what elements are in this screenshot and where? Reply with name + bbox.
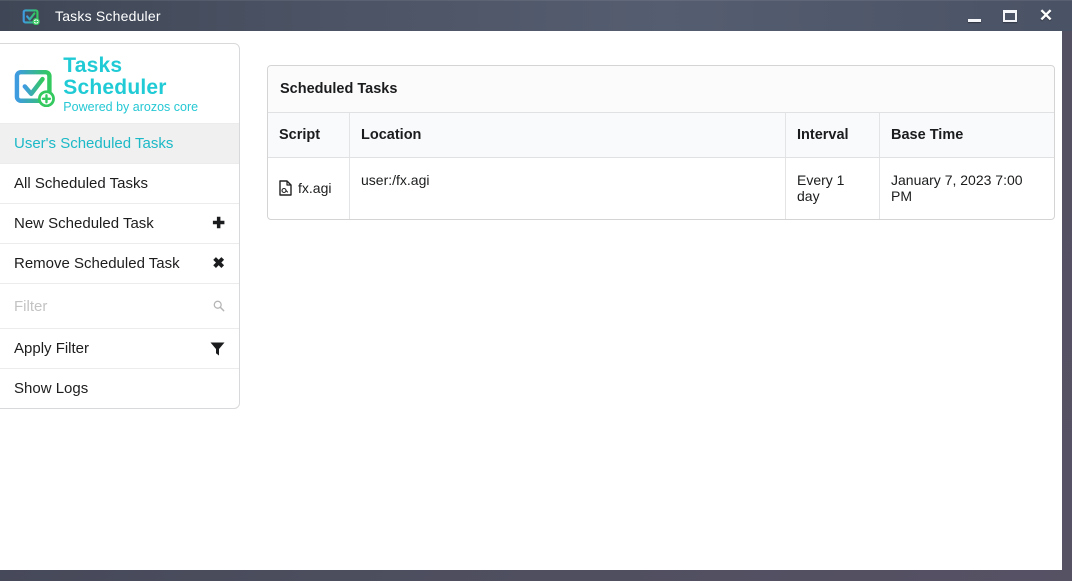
- sidebar-item-label: Apply Filter: [14, 340, 89, 357]
- app-calendar-icon: [22, 7, 40, 25]
- maximize-button[interactable]: [992, 0, 1028, 31]
- titlebar: Tasks Scheduler ✕: [0, 0, 1072, 31]
- logo-subtitle: Powered by arozos core: [63, 101, 229, 114]
- sidebar-panel: Tasks Scheduler Powered by arozos core U…: [0, 43, 240, 409]
- sidebar-item-users-scheduled-tasks[interactable]: User's Scheduled Tasks: [0, 123, 239, 163]
- close-icon: ✕: [1039, 7, 1053, 24]
- logo-text: Tasks Scheduler Powered by arozos core: [63, 55, 229, 114]
- plus-icon: ✚: [212, 216, 225, 231]
- content-area: Tasks Scheduler Powered by arozos core U…: [0, 31, 1062, 570]
- maximize-icon: [1003, 10, 1017, 22]
- table-header-base-time: Base Time: [879, 113, 1054, 157]
- sidebar-item-label: Show Logs: [14, 380, 88, 397]
- window-title: Tasks Scheduler: [55, 8, 161, 24]
- table-header-location: Location: [349, 113, 785, 157]
- sidebar-item-new-scheduled-task[interactable]: New Scheduled Task ✚: [0, 203, 239, 243]
- table-header-script: Script: [268, 113, 349, 157]
- sidebar-item-label: All Scheduled Tasks: [14, 175, 148, 192]
- task-base-time-cell: January 7, 2023 7:00 PM: [879, 158, 1054, 219]
- sidebar-item-label: Remove Scheduled Task: [14, 255, 180, 272]
- task-script-name: fx.agi: [298, 180, 331, 196]
- minimize-icon: [968, 19, 981, 22]
- sidebar-item-apply-filter[interactable]: Apply Filter: [0, 328, 239, 368]
- filter-row: [0, 283, 239, 328]
- logo-title: Tasks Scheduler: [63, 55, 229, 99]
- file-code-icon: [279, 180, 292, 196]
- calendar-plus-icon: [13, 63, 56, 107]
- task-interval-cell: Every 1 day: [785, 158, 879, 219]
- task-script-cell: fx.agi: [268, 158, 349, 219]
- search-icon: [213, 298, 225, 314]
- sidebar-item-label: New Scheduled Task: [14, 215, 154, 232]
- sidebar-item-show-logs[interactable]: Show Logs: [0, 368, 239, 408]
- sidebar-item-all-scheduled-tasks[interactable]: All Scheduled Tasks: [0, 163, 239, 203]
- panel-title: Scheduled Tasks: [268, 66, 1054, 113]
- sidebar-item-remove-scheduled-task[interactable]: Remove Scheduled Task ✖: [0, 243, 239, 283]
- filter-icon: [210, 342, 225, 356]
- table-row: fx.agi user:/fx.agi Every 1 day January …: [268, 158, 1054, 219]
- close-button[interactable]: ✕: [1028, 0, 1064, 31]
- table-header-row: Script Location Interval Base Time: [268, 113, 1054, 158]
- window-controls: ✕: [956, 0, 1064, 31]
- filter-input[interactable]: [14, 298, 213, 315]
- minimize-button[interactable]: [956, 0, 992, 31]
- app-logo: Tasks Scheduler Powered by arozos core: [0, 44, 239, 123]
- sidebar-item-label: User's Scheduled Tasks: [14, 135, 173, 152]
- table-header-interval: Interval: [785, 113, 879, 157]
- close-icon: ✖: [212, 256, 225, 271]
- tasks-panel: Scheduled Tasks Script Location Interval…: [267, 65, 1055, 220]
- task-location-cell: user:/fx.agi: [349, 158, 785, 219]
